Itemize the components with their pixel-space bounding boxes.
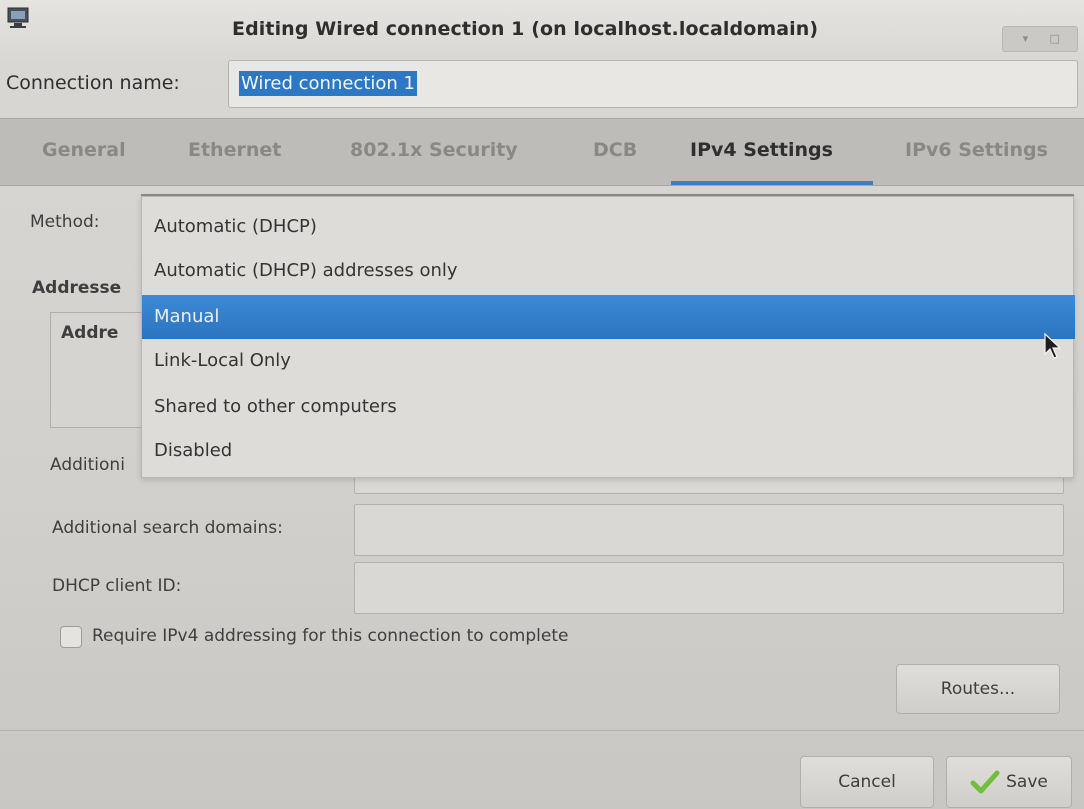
network-icon [7,7,29,28]
tab-ipv6-settings[interactable]: IPv6 Settings [905,139,1048,161]
require-ipv4-checkbox[interactable] [60,626,82,648]
tab-ipv4-settings[interactable]: IPv4 Settings [690,139,833,161]
checkmark-icon [970,770,1000,794]
maximize-icon[interactable]: □ [1048,32,1062,46]
cancel-button[interactable]: Cancel [800,756,934,808]
dhcp-client-id-label: DHCP client ID: [52,576,182,596]
require-ipv4-label: Require IPv4 addressing for this connect… [92,626,569,646]
address-column-header: Addre [61,323,119,343]
routes-button-label: Routes... [940,679,1016,699]
save-button[interactable]: Save [946,756,1072,808]
connection-name-label: Connection name: [6,72,180,94]
cancel-button-label: Cancel [838,772,896,792]
footer-separator [0,730,1084,731]
method-dropdown-menu: Automatic (DHCP) Automatic (DHCP) addres… [141,196,1075,478]
minimize-icon[interactable]: ▾ [1018,32,1032,46]
connection-name-value: Wired connection 1 [239,71,417,96]
tab-ethernet[interactable]: Ethernet [188,139,281,161]
method-option-manual[interactable]: Manual [142,295,1075,339]
tab-dcb[interactable]: DCB [593,139,637,161]
mouse-pointer-icon [1044,332,1062,359]
save-button-label: Save [1006,772,1048,792]
additional-dns-label: Additioni [50,455,125,475]
active-tab-indicator [671,181,873,185]
window-title: Editing Wired connection 1 (on localhost… [232,18,819,40]
method-option-dhcp-addresses-only[interactable]: Automatic (DHCP) addresses only [142,249,1073,293]
tab-bar: General Ethernet 802.1x Security DCB IPv… [0,118,1084,186]
method-option-shared[interactable]: Shared to other computers [142,385,1073,429]
dhcp-client-id-field[interactable] [354,562,1064,614]
addresses-label: Addresse [32,278,122,298]
tab-8021x-security[interactable]: 802.1x Security [350,139,518,161]
method-option-disabled[interactable]: Disabled [142,429,1073,473]
method-option-automatic-dhcp[interactable]: Automatic (DHCP) [142,205,1073,249]
connection-name-input[interactable]: Wired connection 1 [228,60,1078,108]
method-label: Method: [30,212,100,232]
search-domains-label: Additional search domains: [52,518,283,538]
title-bar[interactable]: Editing Wired connection 1 (on localhost… [0,0,1084,62]
tab-general[interactable]: General [42,139,126,161]
method-option-link-local[interactable]: Link-Local Only [142,339,1073,383]
routes-button[interactable]: Routes... [896,664,1060,714]
editing-connection-window: Editing Wired connection 1 (on localhost… [0,0,1084,809]
search-domains-field[interactable] [354,504,1064,556]
window-controls: ▾ □ [1002,26,1078,52]
